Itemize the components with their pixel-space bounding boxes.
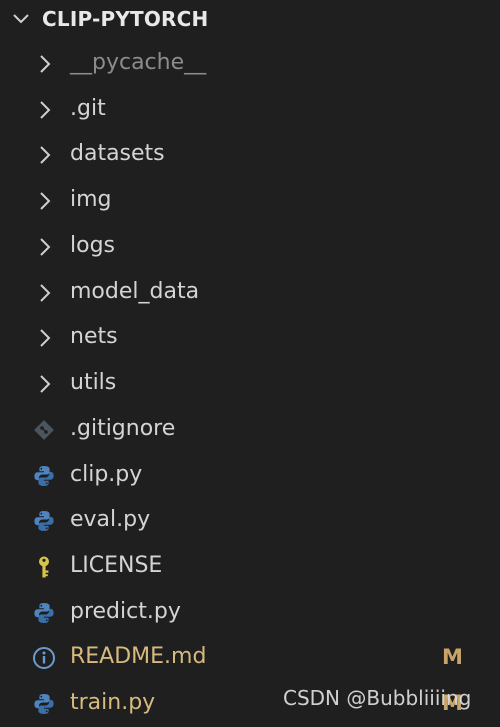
file-explorer: CLIP-PYTORCH __pycache__ .git datasets i…: [0, 0, 500, 726]
tree-item-label: utils: [70, 370, 117, 395]
git-modified-badge: M: [442, 645, 463, 669]
explorer-root-header[interactable]: CLIP-PYTORCH: [0, 0, 500, 40]
explorer-root-title: CLIP-PYTORCH: [42, 7, 209, 31]
tree-folder-logs[interactable]: logs: [0, 224, 500, 270]
tree-item-label: logs: [70, 233, 115, 258]
python-icon: [34, 694, 54, 714]
tree-file-predict-py[interactable]: predict.py: [0, 590, 500, 636]
watermark-text: CSDN @Bubbliiiing: [283, 686, 472, 710]
tree-item-label: LICENSE: [70, 553, 163, 578]
tree-file-gitignore[interactable]: .gitignore: [0, 407, 500, 453]
tree-file-eval-py[interactable]: eval.py: [0, 498, 500, 544]
git-diamond-icon: [34, 420, 54, 440]
chevron-right-icon: [40, 146, 51, 164]
tree-item-label: nets: [70, 324, 118, 349]
tree-folder-model-data[interactable]: model_data: [0, 270, 500, 316]
tree-folder-nets[interactable]: nets: [0, 315, 500, 361]
tree-item-label: __pycache__: [70, 50, 207, 75]
tree-folder-pycache[interactable]: __pycache__: [0, 41, 500, 87]
tree-folder-git[interactable]: .git: [0, 87, 500, 133]
tree-item-label: .git: [70, 96, 106, 121]
tree-item-label: predict.py: [70, 599, 181, 624]
python-icon: [34, 603, 54, 623]
tree-file-clip-py[interactable]: clip.py: [0, 453, 500, 499]
tree-item-label: img: [70, 187, 112, 212]
python-icon: [34, 511, 54, 531]
tree-item-label: train.py: [70, 690, 156, 715]
tree-folder-utils[interactable]: utils: [0, 361, 500, 407]
chevron-right-icon: [40, 192, 51, 210]
tree-item-label: clip.py: [70, 462, 143, 487]
chevron-right-icon: [40, 55, 51, 73]
key-icon: [39, 556, 49, 578]
chevron-right-icon: [40, 284, 51, 302]
tree-item-label: .gitignore: [70, 416, 176, 441]
chevron-down-icon[interactable]: [10, 8, 32, 30]
info-icon: [33, 647, 55, 669]
tree-item-label: README.md: [70, 644, 207, 669]
tree-folder-img[interactable]: img: [0, 178, 500, 224]
tree-folder-datasets[interactable]: datasets: [0, 132, 500, 178]
tree-file-license[interactable]: LICENSE: [0, 544, 500, 590]
python-icon: [34, 466, 54, 486]
tree-item-label: model_data: [70, 279, 200, 304]
chevron-right-icon: [40, 329, 51, 347]
chevron-right-icon: [40, 375, 51, 393]
chevron-right-icon: [40, 101, 51, 119]
tree-item-label: eval.py: [70, 507, 151, 532]
tree-file-readme[interactable]: README.md M: [0, 635, 500, 681]
tree-item-label: datasets: [70, 141, 165, 166]
chevron-right-icon: [40, 238, 51, 256]
